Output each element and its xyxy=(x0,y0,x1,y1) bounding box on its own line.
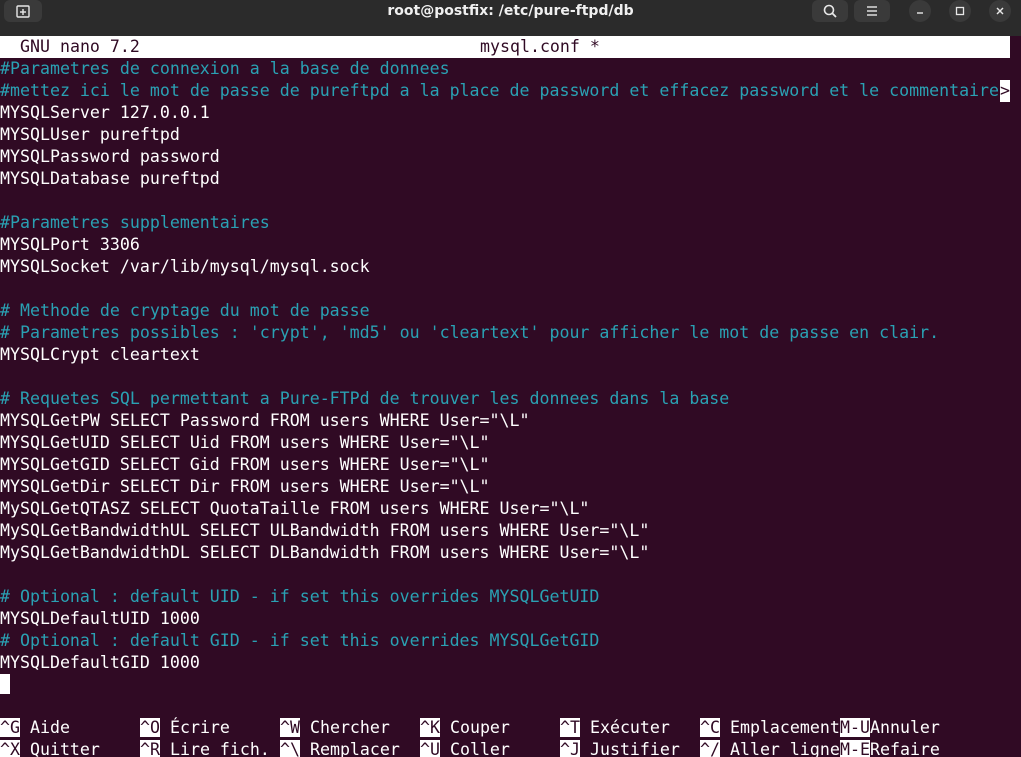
shortcut-exécuter[interactable]: ^T Exécuter xyxy=(560,717,670,739)
config-line: MYSQLCrypt cleartext xyxy=(0,345,200,364)
shortcut-label: Exécuter xyxy=(579,718,670,737)
shortcut-aide[interactable]: ^G Aide xyxy=(0,717,70,739)
config-line: MySQLGetBandwidthUL SELECT ULBandwidth F… xyxy=(0,521,650,540)
shortcut-emplacement[interactable]: ^C Emplacement xyxy=(700,717,840,739)
shortcut-key: ^K xyxy=(420,718,440,737)
comment-line: # Methode de cryptage du mot de passe xyxy=(0,301,370,320)
shortcut-key: ^R xyxy=(140,740,160,757)
shortcut-couper[interactable]: ^K Couper xyxy=(420,717,510,739)
text-cursor xyxy=(0,674,10,694)
config-line: MYSQLDatabase pureftpd xyxy=(0,169,220,188)
shortcut-label: Écrire xyxy=(159,718,230,737)
shortcut-label: Quitter xyxy=(19,740,100,757)
comment-line: # Parametres possibles : 'crypt', 'md5' … xyxy=(0,323,940,342)
config-line: MYSQLUser pureftpd xyxy=(0,125,180,144)
line-truncation-marker: > xyxy=(1000,80,1010,102)
shortcut-aller-ligne[interactable]: ^/ Aller ligne xyxy=(700,739,840,757)
shortcut-annuler[interactable]: M-UAnnuler xyxy=(840,717,940,739)
shortcut-label: Aide xyxy=(19,718,70,737)
nano-version: GNU nano 7.2 xyxy=(20,37,140,56)
comment-line: #Parametres supplementaires xyxy=(0,213,270,232)
shortcut-key: ^/ xyxy=(700,740,720,757)
shortcut-key: ^T xyxy=(560,718,580,737)
shortcut-key: ^J xyxy=(560,740,580,757)
config-line: MYSQLGetGID SELECT Gid FROM users WHERE … xyxy=(0,455,490,474)
shortcut-remplacer[interactable]: ^\ Remplacer xyxy=(280,739,400,757)
config-line: MySQLGetBandwidthDL SELECT DLBandwidth F… xyxy=(0,543,650,562)
config-line: MYSQLGetUID SELECT Uid FROM users WHERE … xyxy=(0,433,490,452)
config-line: MYSQLServer 127.0.0.1 xyxy=(0,103,210,122)
shortcut-écrire[interactable]: ^O Écrire xyxy=(140,717,230,739)
shortcut-justifier[interactable]: ^J Justifier xyxy=(560,739,680,757)
shortcut-key: ^X xyxy=(0,740,20,757)
menu-button[interactable] xyxy=(854,0,890,22)
maximize-icon xyxy=(955,6,965,16)
config-line: MYSQLGetDir SELECT Dir FROM users WHERE … xyxy=(0,477,490,496)
shortcut-label: Lire fich. xyxy=(159,740,270,757)
shortcut-label: Aller ligne xyxy=(719,740,840,757)
config-line: MYSQLSocket /var/lib/mysql/mysql.sock xyxy=(0,257,370,276)
shortcut-label: Annuler xyxy=(869,718,940,737)
terminal-content[interactable]: GNU nano 7.2 mysql.conf * #Parametres de… xyxy=(0,36,1010,757)
close-button[interactable] xyxy=(989,0,1011,22)
close-icon xyxy=(996,7,1004,15)
shortcut-key: ^C xyxy=(700,718,720,737)
minimize-icon xyxy=(917,12,923,14)
maximize-button[interactable] xyxy=(949,0,971,22)
search-icon xyxy=(823,4,837,18)
shortcut-key: M-E xyxy=(840,740,870,757)
shortcut-label: Emplacement xyxy=(719,718,840,737)
shortcut-refaire[interactable]: M-ERefaire xyxy=(840,739,940,757)
shortcut-label: Couper xyxy=(439,718,510,737)
shortcut-key: ^O xyxy=(140,718,160,737)
comment-line: # Optional : default GID - if set this o… xyxy=(0,631,600,650)
shortcut-key: ^U xyxy=(420,740,440,757)
shortcut-key: ^W xyxy=(280,718,300,737)
shortcut-key: ^\ xyxy=(280,740,300,757)
shortcut-label: Refaire xyxy=(869,740,940,757)
comment-line: #mettez ici le mot de passe de pureftpd … xyxy=(0,81,1000,100)
comment-line: # Optional : default UID - if set this o… xyxy=(0,587,600,606)
shortcut-key: M-U xyxy=(840,718,870,737)
shortcut-lire-fich[interactable]: ^R Lire fich. xyxy=(140,739,270,757)
nano-filename: mysql.conf * xyxy=(480,37,600,56)
search-button[interactable] xyxy=(812,0,848,22)
minimize-button[interactable] xyxy=(909,0,931,22)
config-line: MySQLGetQTASZ SELECT QuotaTaille FROM us… xyxy=(0,499,590,518)
terminal-window: root@postfix: /etc/pure-ftpd/db GNU nano… xyxy=(0,0,1021,757)
comment-line: #Parametres de connexion a la base de do… xyxy=(0,59,450,78)
terminal-scroll-gutter[interactable] xyxy=(1014,36,1021,757)
config-line: MYSQLDefaultUID 1000 xyxy=(0,609,200,628)
title-bar[interactable]: root@postfix: /etc/pure-ftpd/db xyxy=(0,0,1021,36)
config-line: MYSQLPort 3306 xyxy=(0,235,140,254)
shortcut-quitter[interactable]: ^X Quitter xyxy=(0,739,100,757)
config-line: MYSQLGetPW SELECT Password FROM users WH… xyxy=(0,411,530,430)
config-line: MYSQLPassword password xyxy=(0,147,220,166)
config-line: MYSQLDefaultGID 1000 xyxy=(0,653,200,672)
comment-line: # Requetes SQL permettant a Pure-FTPd de… xyxy=(0,389,730,408)
nano-header: GNU nano 7.2 mysql.conf * xyxy=(0,36,1010,58)
shortcut-coller[interactable]: ^U Coller xyxy=(420,739,510,757)
shortcut-key: ^G xyxy=(0,718,20,737)
shortcut-chercher[interactable]: ^W Chercher xyxy=(280,717,390,739)
shortcut-label: Coller xyxy=(439,740,510,757)
shortcut-label: Justifier xyxy=(579,740,680,757)
shortcut-label: Chercher xyxy=(299,718,390,737)
shortcut-label: Remplacer xyxy=(299,740,400,757)
hamburger-menu-icon xyxy=(867,6,877,16)
